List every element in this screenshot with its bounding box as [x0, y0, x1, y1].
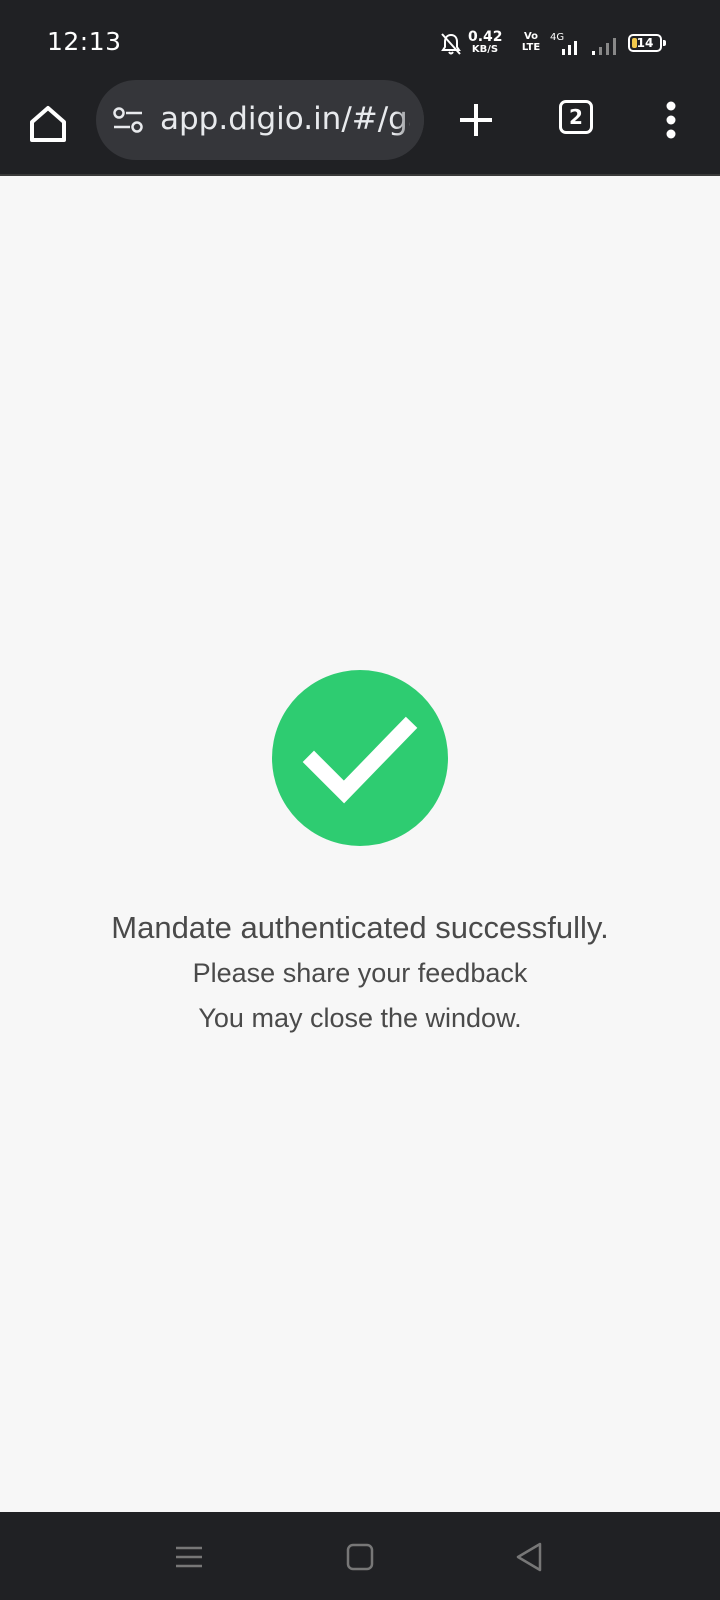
signal-icon-secondary	[592, 38, 616, 55]
browser-toolbar: app.digio.in/#/gat 2	[0, 80, 720, 176]
back-icon[interactable]	[512, 1540, 546, 1574]
recents-icon[interactable]	[172, 1540, 206, 1574]
url-fade	[394, 80, 424, 160]
battery-icon: 14	[628, 34, 666, 52]
status-time: 12:13	[47, 27, 122, 56]
home-icon[interactable]	[22, 98, 74, 150]
volte-indicator: Vo LTE	[518, 31, 544, 53]
success-message: Mandate authenticated successfully.	[111, 910, 609, 945]
plus-icon[interactable]	[454, 98, 498, 142]
network-speed-unit: KB/S	[471, 44, 499, 55]
close-window-text: You may close the window.	[198, 1003, 522, 1033]
tune-icon[interactable]	[112, 107, 144, 133]
check-circle-icon	[272, 670, 448, 846]
address-bar[interactable]: app.digio.in/#/gat	[96, 80, 424, 160]
url-text[interactable]: app.digio.in/#/gat	[160, 101, 410, 137]
status-bar: 12:13 0.42 KB/S Vo LTE 4G 14	[0, 0, 720, 80]
network-speed: 0.42 KB/S	[468, 29, 503, 55]
more-vert-icon[interactable]	[656, 98, 686, 142]
home-nav-icon[interactable]	[343, 1540, 377, 1574]
network-speed-value: 0.42	[468, 29, 503, 45]
signal-icon: 4G	[550, 32, 582, 56]
system-nav-bar	[0, 1512, 720, 1600]
bell-off-icon	[441, 33, 461, 55]
tabs-icon[interactable]: 2	[559, 100, 593, 134]
feedback-prompt: Please share your feedback	[192, 958, 528, 988]
volte-bottom: LTE	[521, 42, 541, 53]
page-content: Mandate authenticated successfully. Plea…	[0, 178, 720, 1512]
volte-top: Vo	[523, 31, 539, 42]
battery-level: 14	[636, 36, 654, 50]
